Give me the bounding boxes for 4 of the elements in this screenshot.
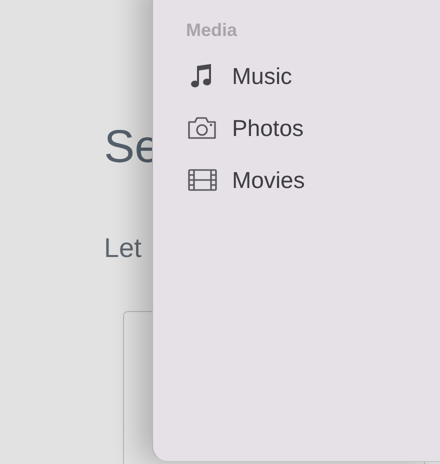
section-header: Media	[186, 19, 238, 42]
page-subtitle: Let	[104, 232, 143, 264]
film-strip-icon	[186, 166, 218, 194]
camera-icon	[186, 114, 218, 142]
